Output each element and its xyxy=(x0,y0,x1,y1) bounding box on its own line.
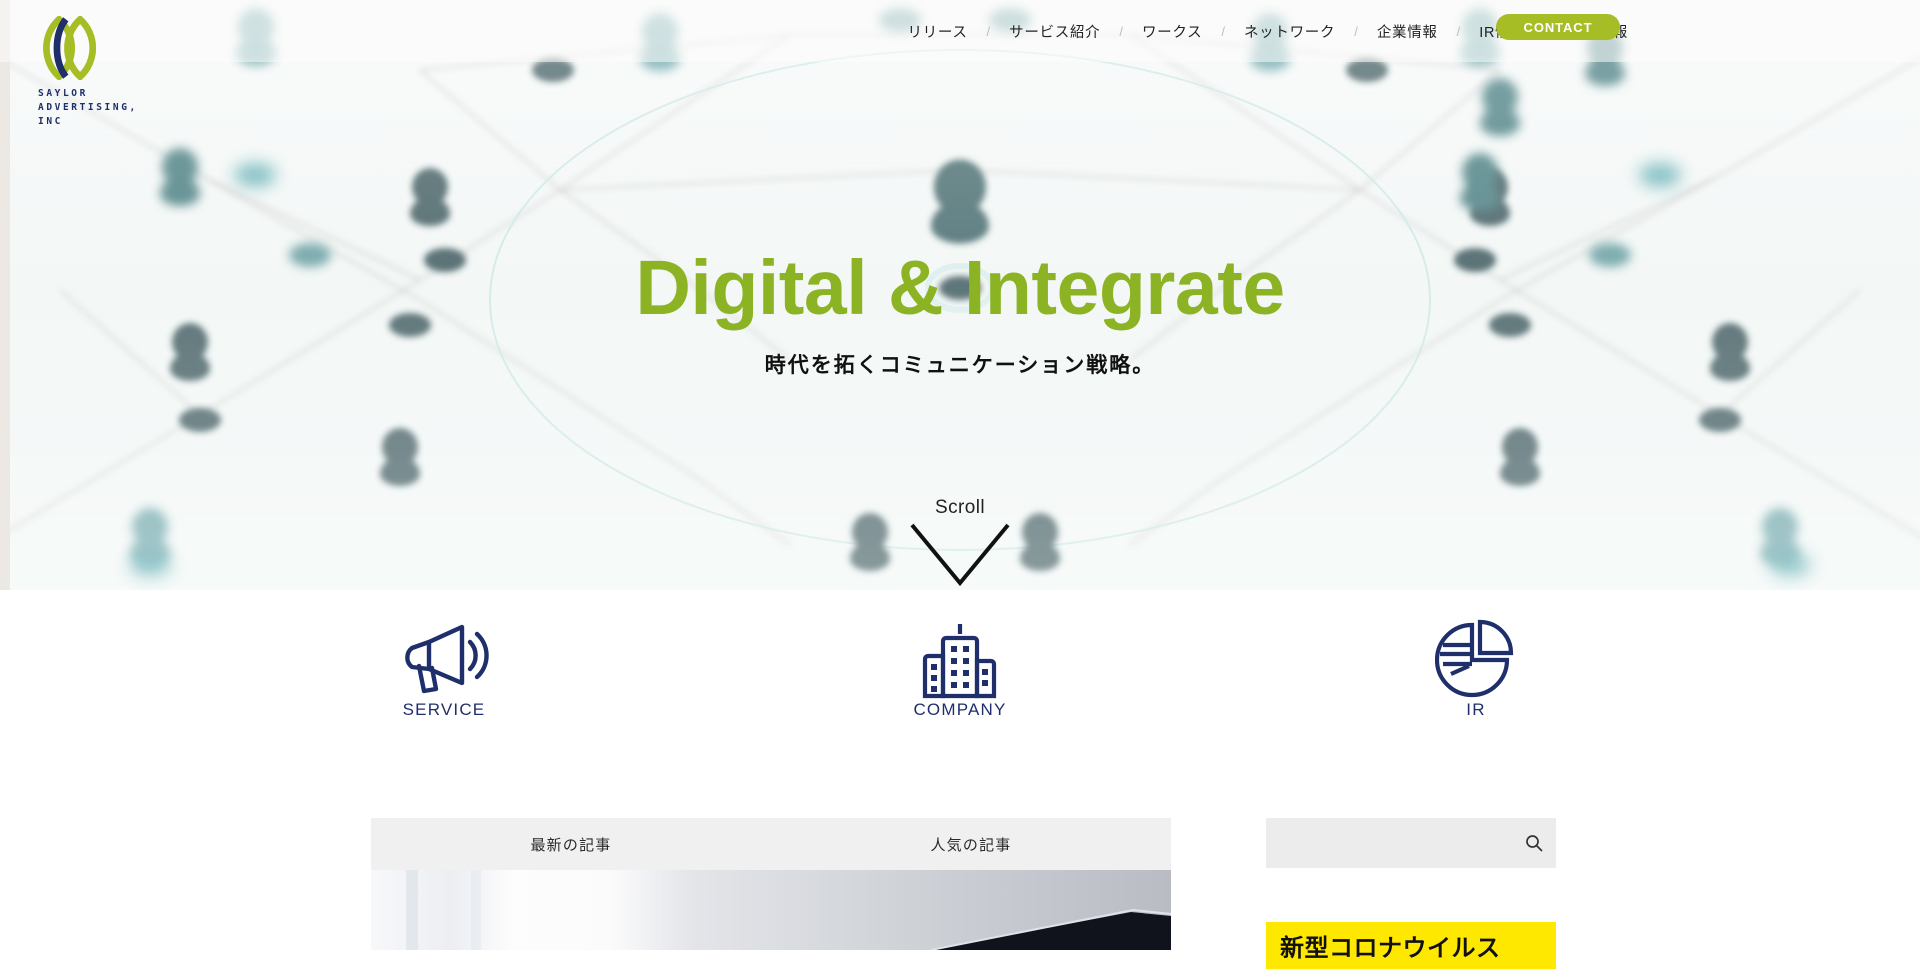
feature-company[interactable]: COMPANY xyxy=(865,620,1055,720)
left-edge-strip xyxy=(0,0,10,590)
nav-separator: / xyxy=(1456,23,1461,39)
hero-section: Digital & Integrate 時代を拓くコミュニケーション戦略。 Sc… xyxy=(0,0,1920,590)
search-button[interactable] xyxy=(1520,829,1548,857)
nav-item-release[interactable]: リリース xyxy=(905,21,969,42)
nav-separator: / xyxy=(986,23,991,39)
article-tabs: 最新の記事 人気の記事 xyxy=(371,818,1171,870)
site-header: SAYLOR ADVERTISING, INC リリース / サービス紹介 / … xyxy=(0,0,1920,127)
buildings-icon xyxy=(865,620,1055,700)
feature-service[interactable]: SERVICE xyxy=(349,620,539,720)
scroll-label: Scroll xyxy=(935,497,985,518)
nav-separator: / xyxy=(1221,23,1225,39)
search-icon xyxy=(1526,835,1543,852)
scroll-indicator[interactable]: Scroll xyxy=(0,498,1920,587)
pie-chart-icon xyxy=(1381,619,1571,700)
page-root: Digital & Integrate 時代を拓くコミュニケーション戦略。 Sc… xyxy=(0,0,1920,969)
nav-item-network[interactable]: ネットワーク xyxy=(1242,21,1337,42)
hero-copy: Digital & Integrate 時代を拓くコミュニケーション戦略。 xyxy=(0,250,1920,379)
nav-item-service[interactable]: サービス紹介 xyxy=(1007,21,1102,42)
sidebar: 新型コロナウイルス xyxy=(1266,818,1556,969)
tab-popular-articles[interactable]: 人気の記事 xyxy=(771,818,1171,870)
feature-label: COMPANY xyxy=(913,700,1007,719)
megaphone-icon xyxy=(349,620,539,700)
feature-ir[interactable]: IR xyxy=(1381,619,1571,720)
chevron-down-icon xyxy=(910,523,1010,587)
feature-label: SERVICE xyxy=(402,700,486,719)
articles-panel: 最新の記事 人気の記事 xyxy=(371,818,1171,950)
hero-subtitle: 時代を拓くコミュニケーション戦略。 xyxy=(764,354,1156,377)
covid-banner[interactable]: 新型コロナウイルス xyxy=(1266,922,1556,969)
feature-links-row: SERVICE COMPANY IR xyxy=(0,619,1920,720)
contact-button[interactable]: CONTACT xyxy=(1496,14,1620,40)
nav-separator: / xyxy=(1119,23,1123,39)
saylor-infinity-logo-icon xyxy=(43,16,96,80)
site-logo[interactable]: SAYLOR ADVERTISING, INC xyxy=(38,16,178,129)
logo-wordmark: SAYLOR ADVERTISING, INC xyxy=(38,88,138,127)
tab-latest-articles[interactable]: 最新の記事 xyxy=(371,818,771,870)
hero-title: Digital & Integrate xyxy=(635,245,1285,331)
nav-item-works[interactable]: ワークス xyxy=(1140,21,1204,42)
article-thumbnail[interactable] xyxy=(371,870,1171,950)
search-box xyxy=(1266,818,1556,868)
feature-label: IR xyxy=(1466,700,1486,719)
lower-content: 最新の記事 人気の記事 新型コロナウイルス xyxy=(0,818,1920,969)
nav-item-company[interactable]: 企業情報 xyxy=(1375,21,1440,42)
search-input[interactable] xyxy=(1266,818,1518,868)
covid-banner-text: 新型コロナウイルス xyxy=(1280,935,1501,962)
nav-separator: / xyxy=(1354,23,1358,39)
